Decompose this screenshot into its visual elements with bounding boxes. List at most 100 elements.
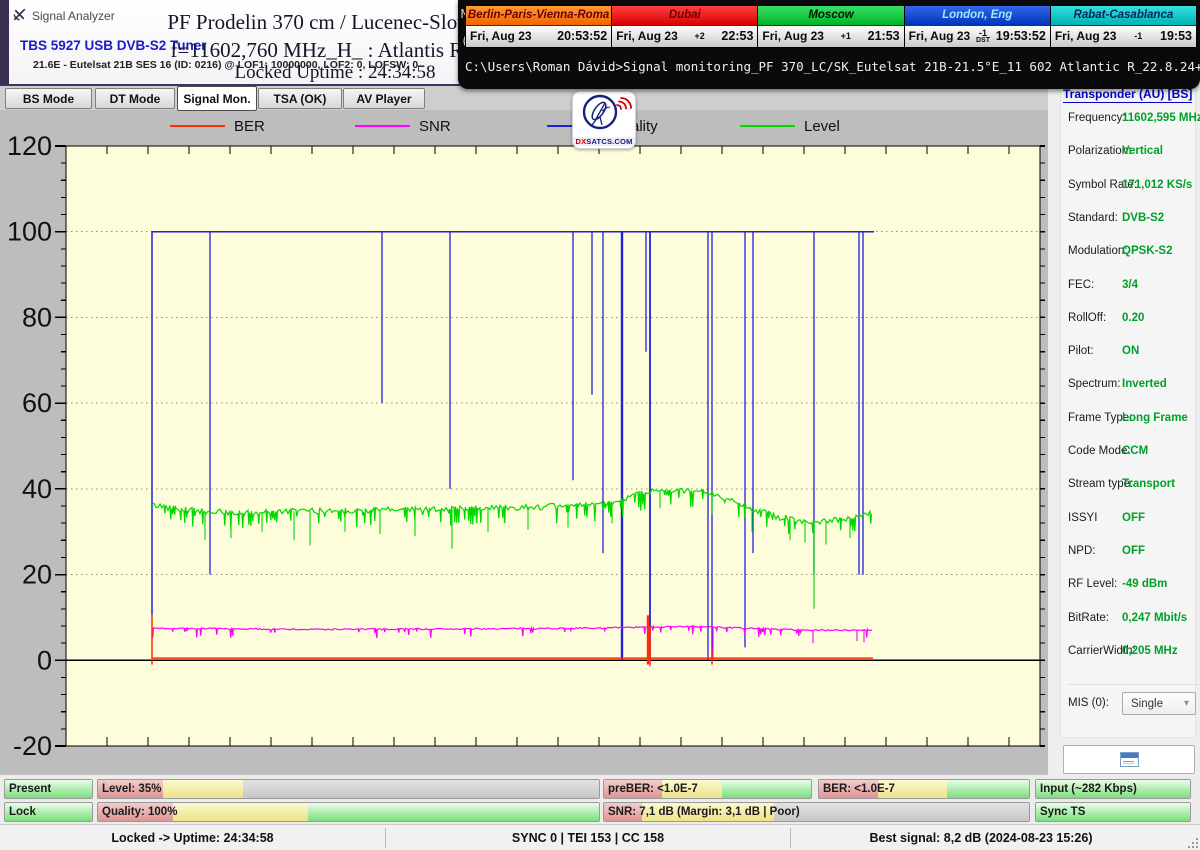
tab-signal-mon-[interactable]: Signal Mon. [177, 86, 257, 111]
world-clock-berlin-paris-vienna-roma: Berlin-Paris-Vienna-RomaFri, Aug 2320:53… [465, 5, 612, 48]
status-sync-counters: SYNC 0 | TEI 153 | CC 158 [386, 825, 790, 850]
world-clock-rabat-casablanca: Rabat-CasablancaFri, Aug 23-119:53 [1050, 5, 1197, 48]
legend-label: SNR [419, 118, 451, 135]
legend-line-sample [170, 125, 225, 127]
clock-time: 22:53 [721, 29, 757, 43]
transponder-list-button[interactable] [1063, 745, 1195, 774]
clock-time: 20:53:52 [557, 29, 611, 43]
clock-utc-offset: +1 [824, 32, 868, 41]
dxsatcs-logo: DXSATCS.COM [572, 91, 636, 149]
status-bar: Locked -> Uptime: 24:34:58 SYNC 0 | TEI … [0, 824, 1200, 850]
world-clock-london-eng: London, EngFri, Aug 23-1DST19:53:52 [904, 5, 1051, 48]
clock-date: Fri, Aug 23 [466, 29, 532, 43]
param-value: DVB-S2 [1122, 212, 1164, 224]
param-label: Standard: [1068, 212, 1118, 224]
svg-text:20: 20 [22, 560, 52, 590]
param-value: ON [1122, 345, 1139, 357]
param-value: -49 dBm [1122, 578, 1167, 590]
indicator-bar-preber: preBER: <1.0E-7 [603, 779, 812, 799]
signal-monitor-chart: 120100806040200-20 [0, 110, 1045, 775]
bar-label: BER: <1.0E-7 [823, 780, 895, 798]
bar-segment-green [947, 780, 1029, 798]
tab-label: DT Mode [110, 92, 161, 106]
bar-segment-yellow [163, 780, 243, 798]
param-label: ISSYI [1068, 512, 1097, 524]
param-value: OFF [1122, 545, 1145, 557]
bar-label: Input (~282 Kbps) [1040, 780, 1137, 798]
clock-offset-value: +1 [841, 32, 851, 41]
indicator-bar-lock: Lock [4, 802, 93, 822]
clock-date: Fri, Aug 23 [905, 29, 971, 43]
clock-utc-offset: -1 [1116, 32, 1160, 41]
tab-tsa-ok-[interactable]: TSA (OK) [258, 88, 342, 109]
svg-text:40: 40 [22, 474, 52, 504]
clock-time: 19:53:52 [996, 29, 1050, 43]
clock-time: 19:53 [1160, 29, 1196, 43]
param-row-carrierwidth: CarrierWidth:0,205 MHz [1068, 645, 1198, 659]
param-row-spectrum: Spectrum:Inverted [1068, 378, 1198, 392]
tab-dt-mode[interactable]: DT Mode [95, 88, 175, 109]
param-row-fec: FEC:3/4 [1068, 279, 1198, 293]
param-row-rflevel: RF Level:-49 dBm [1068, 578, 1198, 592]
param-value: 3/4 [1122, 279, 1138, 291]
indicator-bar-input: Input (~282 Kbps) [1035, 779, 1191, 799]
bar-label: preBER: <1.0E-7 [608, 780, 698, 798]
world-clock-dubai: DubaiFri, Aug 23+222:53 [611, 5, 758, 48]
bar-segment-yellow [173, 803, 308, 821]
indicator-bars-area: Present Level: 35% preBER: <1.0E-7 BER: <1.… [0, 775, 1200, 824]
clock-offset-value: -1 [1134, 32, 1142, 41]
bar-segment-green [722, 780, 811, 798]
param-row-rolloff: RollOff:0.20 [1068, 312, 1198, 326]
tab-bs-mode[interactable]: BS Mode [5, 88, 92, 109]
param-row-codemode: Code Mode:CCM [1068, 445, 1198, 459]
param-row-bitrate: BitRate:0,247 Mbit/s [1068, 612, 1198, 626]
svg-text:120: 120 [7, 131, 52, 161]
tab-label: TSA (OK) [274, 92, 327, 106]
param-value: CCM [1122, 445, 1148, 457]
indicator-bar-present: Present [4, 779, 93, 799]
param-value: 0,205 MHz [1122, 645, 1178, 657]
param-value: Long Frame [1122, 412, 1188, 424]
legend-item-ber: BER [170, 118, 265, 134]
status-best-signal: Best signal: 8,2 dB (2024-08-23 15:26) [791, 825, 1171, 850]
world-clocks-panel: Berlin-Paris-Vienna-RomaFri, Aug 2320:53… [466, 5, 1197, 48]
param-row-frequency: Frequency:11602,595 MHz [1068, 112, 1198, 126]
clock-time: 21:53 [868, 29, 904, 43]
clock-time-row: Fri, Aug 23+222:53 [612, 25, 757, 47]
legend-line-sample [740, 125, 795, 127]
resize-grip[interactable] [1185, 835, 1198, 848]
indicator-bar-quality: Quality: 100% [97, 802, 600, 822]
param-label: BitRate: [1068, 612, 1109, 624]
param-label: Frequency: [1068, 112, 1126, 124]
param-value: 11602,595 MHz [1122, 112, 1200, 124]
param-row-frametype: Frame Type:Long Frame [1068, 412, 1198, 426]
tab-av-player[interactable]: AV Player [343, 88, 425, 109]
param-row-streamtype: Stream type:Transport [1068, 478, 1198, 492]
param-label: RollOff: [1068, 312, 1106, 324]
param-value: Transport [1122, 478, 1175, 490]
bar-label: Quality: 100% [102, 803, 177, 821]
signal-chart-panel: 120100806040200-20 BERSNRQualityLevel [0, 110, 1045, 775]
param-row-symbolrate: Symbol Rate:171,012 KS/s [1068, 179, 1198, 193]
clock-dst-label: DST [976, 37, 990, 44]
bar-label: Sync TS [1040, 803, 1085, 821]
legend-item-level: Level [740, 118, 840, 134]
console-prompt-line: C:\Users\Roman Dávid>Signal monitoring_P… [465, 59, 1200, 74]
clock-city-label: London, Eng [905, 6, 1050, 25]
indicator-bar-snr: SNR: 7,1 dB (Margin: 3,1 dB | Poor) [603, 802, 1030, 822]
indicator-bar-level: Level: 35% [97, 779, 600, 799]
tab-label: Signal Mon. [183, 92, 250, 106]
legend-item-snr: SNR [355, 118, 451, 134]
bar-label: SNR: 7,1 dB (Margin: 3,1 dB | Poor) [608, 803, 800, 821]
mis-row: MIS (0): Single ▾ [1068, 684, 1200, 715]
clock-utc-offset: +2 [678, 32, 722, 41]
legend-label: Level [804, 118, 840, 135]
bar-label: Present [9, 780, 51, 798]
clock-date: Fri, Aug 23 [612, 29, 678, 43]
window-edge-decoration [0, 0, 9, 84]
mis-dropdown[interactable]: Single ▾ [1122, 692, 1196, 715]
param-row-modulation: Modulation:QPSK-S2 [1068, 245, 1198, 259]
legend-label: BER [234, 118, 265, 135]
svg-text:80: 80 [22, 302, 52, 332]
clock-city-label: Rabat-Casablanca [1051, 6, 1196, 25]
